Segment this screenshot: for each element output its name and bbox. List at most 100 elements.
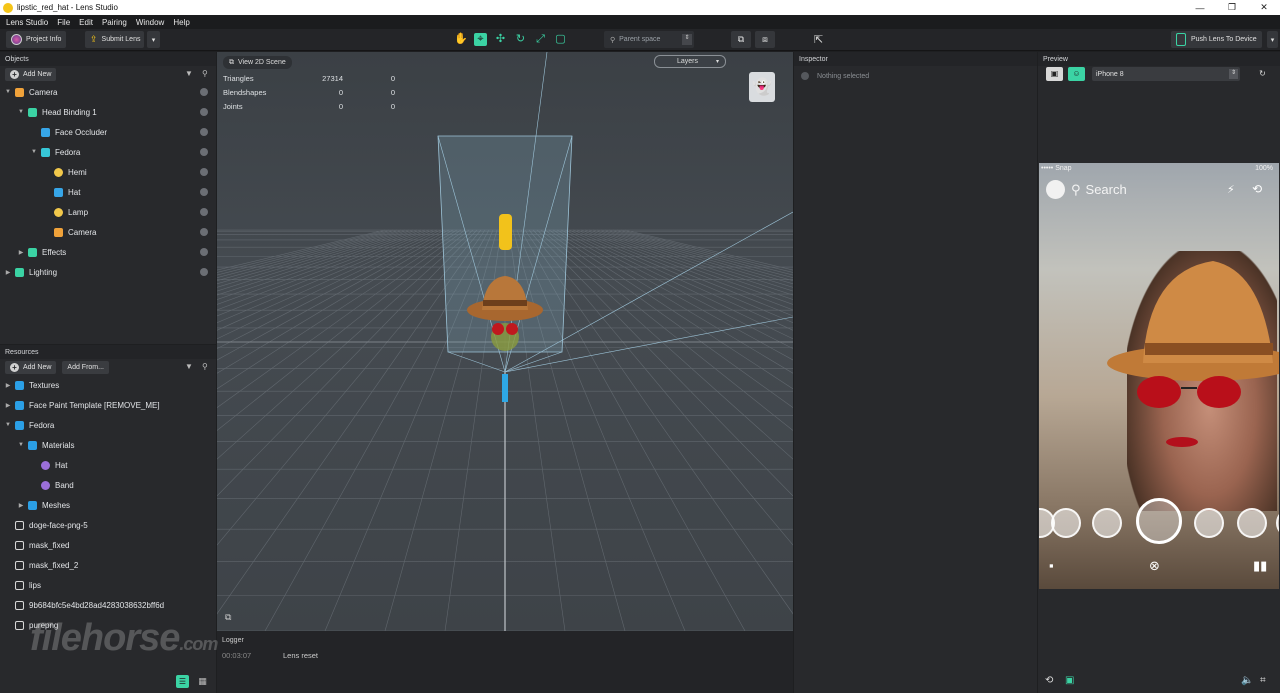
resource-item[interactable]: ▶ Textures: [0, 375, 216, 395]
rect-tool-icon[interactable]: ▢: [554, 33, 567, 46]
view-2d-scene-button[interactable]: ⧉ View 2D Scene: [223, 56, 292, 69]
close-lens-icon[interactable]: ⊗: [1149, 558, 1160, 574]
resource-item[interactable]: mask_fixed_2: [0, 555, 216, 575]
webcam-icon[interactable]: ☺: [1068, 67, 1085, 81]
chevron-down-icon[interactable]: ▼: [17, 442, 25, 448]
submit-dropdown-button[interactable]: ▾: [147, 31, 160, 48]
reset-preview-icon[interactable]: ↻: [1254, 67, 1271, 81]
maximize-button[interactable]: ❐: [1216, 0, 1248, 15]
object-item[interactable]: Hemi: [0, 162, 216, 182]
capture-button[interactable]: [1136, 498, 1182, 544]
replay-icon[interactable]: ⟲: [1045, 675, 1053, 686]
layers-dropdown[interactable]: Layers ▾: [654, 55, 726, 68]
menu-lens-studio[interactable]: Lens Studio: [6, 18, 48, 27]
chevron-down-icon[interactable]: ▼: [30, 149, 38, 155]
visibility-toggle-icon[interactable]: [200, 188, 208, 196]
visibility-toggle-icon[interactable]: [200, 208, 208, 216]
visibility-toggle-icon[interactable]: [200, 148, 208, 156]
list-view-icon[interactable]: ☰: [176, 675, 189, 688]
lens-option[interactable]: [1092, 508, 1122, 538]
hand-tool-icon[interactable]: ✋: [454, 33, 468, 46]
object-item[interactable]: Camera: [0, 222, 216, 242]
minimize-button[interactable]: —: [1184, 0, 1216, 15]
crop-icon[interactable]: ⌗: [1260, 675, 1266, 686]
object-item[interactable]: ▼ Camera: [0, 82, 216, 102]
resource-item[interactable]: 9b684bfc5e4bd28ad4283038632bff6d: [0, 595, 216, 615]
select-tool-icon[interactable]: ⌖: [474, 33, 487, 46]
submit-lens-button[interactable]: ⇪ Submit Lens: [85, 31, 145, 48]
pair-button[interactable]: ⧈: [755, 31, 775, 48]
scale-tool-icon[interactable]: ⤢: [534, 33, 547, 46]
snap-button[interactable]: ⧉: [731, 31, 751, 48]
device-select[interactable]: iPhone 8 ⇕: [1092, 67, 1240, 81]
add-from-button[interactable]: Add From...: [62, 360, 109, 374]
grid-view-icon[interactable]: ▦: [196, 675, 209, 688]
filter-icon[interactable]: ▼: [185, 69, 193, 78]
filter-icon[interactable]: ▼: [185, 362, 193, 371]
visibility-toggle-icon[interactable]: [200, 228, 208, 236]
menu-help[interactable]: Help: [173, 18, 189, 27]
move-tool-icon[interactable]: ✣: [494, 33, 507, 46]
space-select[interactable]: ⚲ Parent space ⇕: [604, 31, 694, 48]
resource-item[interactable]: Band: [0, 475, 216, 495]
lens-option[interactable]: [1276, 508, 1279, 538]
project-info-button[interactable]: Project Info: [6, 31, 67, 48]
lens-option[interactable]: [1194, 508, 1224, 538]
resource-item[interactable]: ▶ Meshes: [0, 495, 216, 515]
chevron-right-icon[interactable]: ▶: [4, 402, 12, 409]
resource-item[interactable]: ▶ Face Paint Template [REMOVE_ME]: [0, 395, 216, 415]
export-icon[interactable]: ⇱: [814, 33, 823, 46]
object-item[interactable]: ▶ Effects: [0, 242, 216, 262]
resources-add-new-button[interactable]: + Add New: [5, 360, 57, 374]
resource-item[interactable]: ▼ Fedora: [0, 415, 216, 435]
visibility-toggle-icon[interactable]: [200, 268, 208, 276]
resource-item[interactable]: lips: [0, 575, 216, 595]
resource-item[interactable]: Hat: [0, 455, 216, 475]
chevron-right-icon[interactable]: ▶: [17, 502, 25, 509]
object-item[interactable]: Lamp: [0, 202, 216, 222]
phone-preview[interactable]: ••••• Snap 100% ⚲ Search ⚡ ⟲ ▪ ⊗ ▮▮: [1039, 163, 1279, 589]
chevron-right-icon[interactable]: ▶: [17, 249, 25, 256]
object-item[interactable]: Hat: [0, 182, 216, 202]
visibility-toggle-icon[interactable]: [200, 88, 208, 96]
lens-option[interactable]: [1051, 508, 1081, 538]
visibility-toggle-icon[interactable]: [200, 168, 208, 176]
search-icon[interactable]: ⚲: [202, 69, 208, 78]
discover-icon[interactable]: ▮▮: [1253, 558, 1267, 574]
rotate-tool-icon[interactable]: ↻: [514, 33, 527, 46]
resource-item[interactable]: mask_fixed: [0, 535, 216, 555]
visibility-toggle-icon[interactable]: [200, 128, 208, 136]
close-window-button[interactable]: ✕: [1248, 0, 1280, 15]
volume-icon[interactable]: 🔈: [1241, 675, 1253, 686]
object-item[interactable]: ▶ Lighting: [0, 262, 216, 282]
chevron-right-icon[interactable]: ▶: [4, 269, 12, 276]
viewport-corner-icon[interactable]: ⧉: [225, 612, 231, 623]
visibility-toggle-icon[interactable]: [200, 248, 208, 256]
object-item[interactable]: ▼ Fedora: [0, 142, 216, 162]
chevron-right-icon[interactable]: ▶: [4, 382, 12, 389]
chevron-down-icon[interactable]: ▼: [4, 422, 12, 428]
menu-file[interactable]: File: [57, 18, 70, 27]
visibility-toggle-icon[interactable]: [200, 108, 208, 116]
flash-off-icon[interactable]: ⚡: [1227, 183, 1235, 196]
preview-mode-icon[interactable]: ▣: [1046, 67, 1063, 81]
push-dropdown-button[interactable]: ▾: [1267, 31, 1278, 48]
objects-add-new-button[interactable]: + Add New: [5, 67, 57, 81]
chevron-down-icon[interactable]: ▼: [4, 89, 12, 95]
scene-viewport[interactable]: ⧉ View 2D Scene Triangles 27314 0 Blendshap…: [217, 52, 793, 631]
menu-pairing[interactable]: Pairing: [102, 18, 127, 27]
memories-icon[interactable]: ▪: [1049, 558, 1054, 573]
search-icon[interactable]: ⚲: [202, 362, 208, 371]
menu-edit[interactable]: Edit: [79, 18, 93, 27]
resource-item[interactable]: ▼ Materials: [0, 435, 216, 455]
object-item[interactable]: Face Occluder: [0, 122, 216, 142]
object-item[interactable]: ▼ Head Binding 1: [0, 102, 216, 122]
device-icon[interactable]: ▣: [1065, 675, 1074, 686]
snap-search-bar[interactable]: ⚲ Search: [1046, 180, 1127, 199]
lens-option[interactable]: [1237, 508, 1267, 538]
push-lens-button[interactable]: Push Lens To Device: [1171, 31, 1262, 48]
resource-item[interactable]: doge-face-png-5: [0, 515, 216, 535]
chevron-down-icon[interactable]: ▼: [17, 109, 25, 115]
flip-camera-icon[interactable]: ⟲: [1252, 182, 1262, 196]
menu-window[interactable]: Window: [136, 18, 164, 27]
